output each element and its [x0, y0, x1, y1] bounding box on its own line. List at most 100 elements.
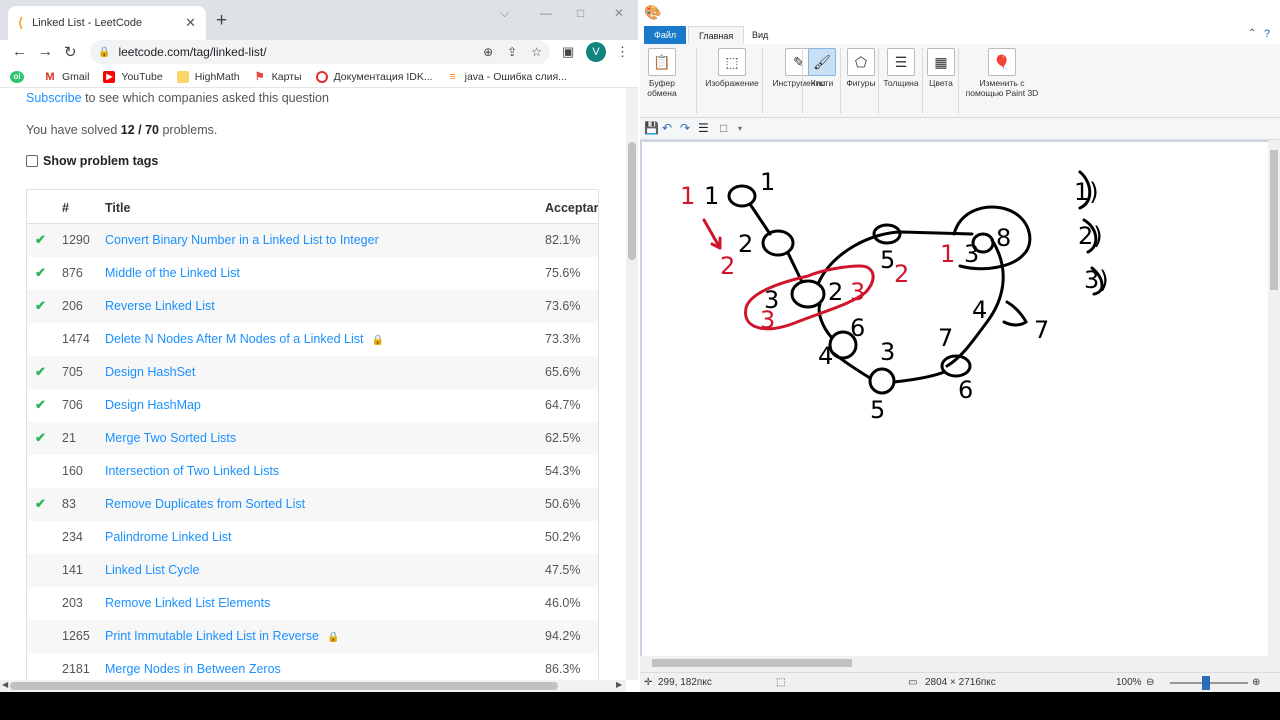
canvas-horizontal-scrollbar[interactable]: [640, 656, 1280, 670]
handwritten-label: 6: [958, 376, 973, 404]
bookmark-apps[interactable]: oi: [10, 70, 30, 83]
problem-title-link[interactable]: Palindrome Linked List: [105, 530, 231, 544]
help-icon[interactable]: ?: [1264, 28, 1270, 40]
ribbon-group[interactable]: ☰ Толщина: [880, 46, 922, 116]
forward-icon[interactable]: →: [38, 43, 53, 60]
problem-title-link[interactable]: Delete N Nodes After M Nodes of a Linked…: [105, 332, 384, 346]
save-icon[interactable]: 💾: [644, 121, 659, 135]
scroll-right-icon[interactable]: ▶: [616, 680, 622, 689]
problem-title-link[interactable]: Reverse Linked List: [105, 299, 215, 313]
scroll-thumb[interactable]: [1270, 150, 1278, 290]
acceptance-rate: 47.5%: [545, 563, 581, 577]
redo-icon[interactable]: ↷: [680, 121, 690, 135]
page-vertical-scrollbar[interactable]: [626, 88, 638, 680]
new-file-icon[interactable]: □: [720, 121, 727, 135]
show-tags-checkbox[interactable]: [26, 155, 38, 167]
tab-view[interactable]: Вид: [742, 26, 778, 44]
line-width-icon[interactable]: ☰: [698, 121, 709, 135]
drawing-canvas[interactable]: 1 1 1 2 2 3 2 3 3 5 2 3 8 1 6 4 3 7 4 5 6 7 1) 2) 3): [642, 142, 1268, 656]
col-title[interactable]: Title: [105, 201, 130, 215]
folder-icon: [176, 70, 189, 83]
bookmark-star-icon[interactable]: ☆: [531, 45, 542, 59]
bookmark-docs[interactable]: Документация IDK...: [315, 70, 433, 83]
problem-title-link[interactable]: Intersection of Two Linked Lists: [105, 464, 279, 478]
browser-tab[interactable]: ⟨ Linked List - LeetCode ✕: [8, 6, 206, 40]
problem-title-link[interactable]: Design HashMap: [105, 398, 201, 412]
problem-title-link[interactable]: Convert Binary Number in a Linked List t…: [105, 233, 379, 247]
zoom-slider-thumb[interactable]: [1202, 676, 1210, 690]
letterbox-bar: [0, 692, 1280, 720]
handwritten-label: 2: [828, 278, 843, 306]
problem-title-link[interactable]: Merge Nodes in Between Zeros: [105, 662, 281, 676]
zoom-level: 100%: [1116, 677, 1142, 688]
handwritten-label: 6: [850, 314, 865, 342]
zoom-icon[interactable]: ⊕: [483, 45, 493, 59]
back-icon[interactable]: ←: [12, 43, 27, 60]
scroll-thumb[interactable]: [10, 682, 558, 690]
selection-icon: ⬚: [776, 677, 786, 688]
problem-number: 83: [62, 497, 76, 511]
ribbon-group[interactable]: 🖌 Кисти: [804, 46, 840, 116]
tab-close-icon[interactable]: ✕: [185, 15, 196, 31]
table-row: ✔ 706 Design HashMap 64.7%: [27, 389, 598, 422]
new-tab-icon[interactable]: +: [216, 10, 227, 32]
ribbon-group[interactable]: 📋 Буфер обмена: [644, 46, 680, 116]
problem-number: 2181: [62, 662, 90, 676]
col-acceptance[interactable]: Acceptar: [545, 201, 598, 215]
status-bar: ✛ 299, 182пкс ⬚ ▭ 2804 × 2716пкс 100% ⊖ …: [640, 672, 1280, 692]
bookmark-maps[interactable]: ⚑ Карты: [254, 71, 302, 83]
show-tags-toggle[interactable]: Show problem tags: [26, 154, 158, 168]
handwritten-label: 3: [880, 338, 895, 366]
side-panel-icon[interactable]: ▣: [562, 44, 574, 60]
menu-icon[interactable]: ⋮: [616, 44, 629, 60]
canvas-vertical-scrollbar[interactable]: [1268, 140, 1280, 656]
address-bar[interactable]: 🔒 leetcode.com/tag/linked-list/ ⊕ ⇪ ☆: [90, 40, 550, 64]
avatar[interactable]: V: [586, 42, 606, 62]
ribbon-separator: [878, 48, 879, 114]
scroll-left-icon[interactable]: ◀: [2, 680, 8, 689]
table-row: 160 Intersection of Two Linked Lists 54.3%: [27, 455, 598, 488]
tab-home[interactable]: Главная: [688, 26, 745, 44]
page-horizontal-scrollbar[interactable]: ◀ ▶: [0, 680, 626, 692]
table-row: ✔ 21 Merge Two Sorted Lists 62.5%: [27, 422, 598, 455]
ribbon-group[interactable]: ⬚ Изображение: [702, 46, 762, 116]
table-row: 234 Palindrome Linked List 50.2%: [27, 521, 598, 554]
tab-file[interactable]: Файл: [644, 26, 687, 44]
acceptance-rate: 73.3%: [545, 332, 581, 346]
problem-title-link[interactable]: Design HashSet: [105, 365, 195, 379]
problem-title-link[interactable]: Linked List Cycle: [105, 563, 200, 577]
scroll-thumb[interactable]: [628, 142, 636, 260]
zoom-out-icon[interactable]: ⊖: [1146, 677, 1154, 688]
col-number[interactable]: #: [62, 201, 69, 215]
problem-title-link[interactable]: Middle of the Linked List: [105, 266, 240, 280]
zoom-in-icon[interactable]: ⊕: [1252, 677, 1260, 688]
customize-icon[interactable]: ▾: [738, 124, 742, 133]
problem-title: Remove Linked List Elements: [105, 596, 271, 610]
bookmark-gmail[interactable]: M Gmail: [44, 71, 89, 83]
problem-title-link[interactable]: Remove Duplicates from Sorted List: [105, 497, 305, 511]
problem-title-link[interactable]: Remove Linked List Elements: [105, 596, 270, 610]
subscribe-link[interactable]: Subscribe: [26, 91, 82, 105]
ribbon-group[interactable]: 🎈 Изменить с помощью Paint 3D: [960, 46, 1044, 116]
close-window-icon[interactable]: ✕: [614, 6, 624, 20]
minimize-icon[interactable]: —: [540, 6, 552, 20]
acceptance-rate: 86.3%: [545, 662, 581, 676]
paint-app-icon: 🎨: [644, 4, 662, 20]
scroll-thumb[interactable]: [652, 659, 852, 667]
problem-title-link[interactable]: Merge Two Sorted Lists: [105, 431, 236, 445]
bookmark-highmath[interactable]: HighMath: [176, 70, 240, 83]
bookmark-youtube[interactable]: ▶ YouTube: [103, 70, 163, 83]
problem-number: 206: [62, 299, 83, 313]
undo-icon[interactable]: ↶: [662, 121, 672, 135]
maximize-icon[interactable]: □: [577, 6, 584, 20]
reload-icon[interactable]: ↻: [64, 43, 77, 61]
acceptance-rate: 50.2%: [545, 530, 581, 544]
collapse-ribbon-icon[interactable]: ⌃: [1248, 28, 1256, 39]
chevron-down-icon[interactable]: ⌵: [500, 6, 509, 21]
ribbon-group[interactable]: ▦ Цвета: [926, 46, 956, 116]
problem-title-link[interactable]: Print Immutable Linked List in Reverse 🔒: [105, 629, 339, 643]
ribbon-group[interactable]: ⬠ Фигуры: [844, 46, 878, 116]
node-circle: [761, 229, 795, 257]
bookmark-java[interactable]: ≡ java - Ошибка слия...: [447, 71, 567, 83]
share-icon[interactable]: ⇪: [507, 45, 517, 59]
